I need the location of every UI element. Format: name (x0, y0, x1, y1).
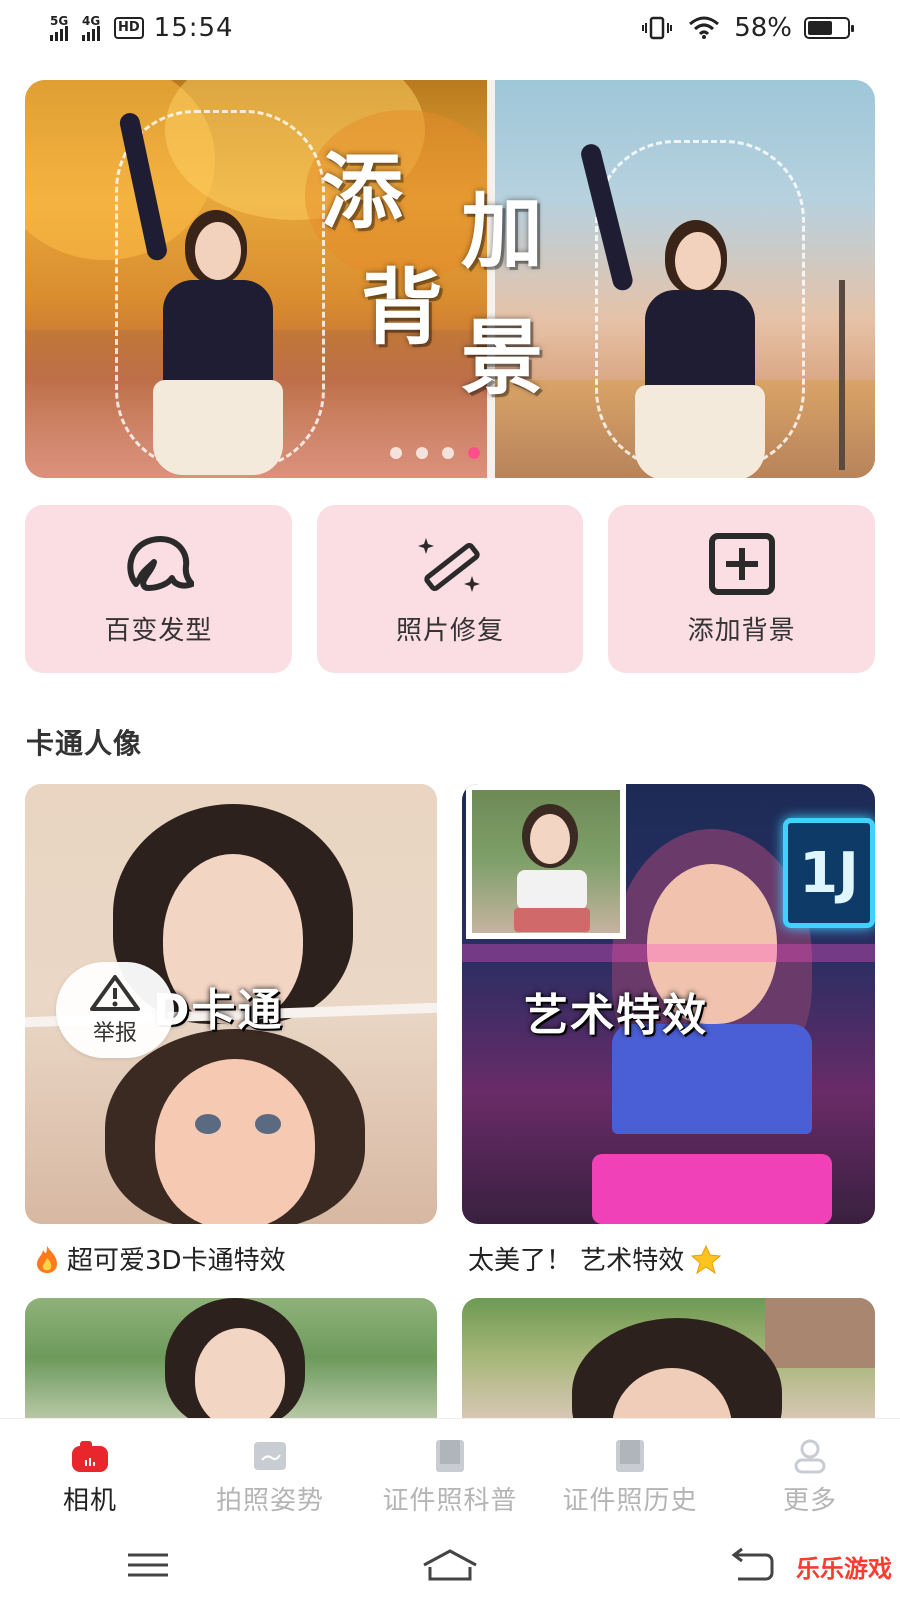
banner-carousel[interactable]: 添 加 背 景 (25, 80, 875, 478)
action-hairstyle-label: 百变发型 (104, 615, 213, 646)
neon-sign: 1J (783, 818, 875, 928)
card2-caption[interactable]: 太美了！ 艺术特效 (468, 1240, 722, 1277)
fire-icon (37, 1245, 57, 1273)
battery-icon (804, 17, 854, 39)
action-photo-repair-label: 照片修复 (396, 615, 505, 646)
card2-inset-photo (466, 784, 626, 939)
banner-pager (390, 447, 480, 459)
user-icon (794, 1439, 826, 1474)
back-icon[interactable] (728, 1547, 776, 1583)
action-add-background-label: 添加背景 (687, 615, 796, 646)
banner-title-char-1: 添 (321, 145, 404, 240)
pager-dot[interactable] (442, 447, 454, 459)
hair-icon (127, 535, 195, 591)
banner-model-left (115, 110, 335, 475)
status-right: 58% (642, 13, 854, 43)
image-icon (254, 1442, 286, 1470)
status-bar: 5G 4G HD 15:54 58% (0, 0, 900, 56)
network-type-5g: 5G (50, 13, 69, 28)
report-button[interactable]: 举报 (56, 962, 174, 1058)
warning-icon (90, 975, 140, 1011)
status-time: 15:54 (153, 13, 234, 43)
cartoon-card-3[interactable] (25, 1298, 437, 1418)
book-icon (616, 1440, 644, 1472)
nav-poses-label: 拍照姿势 (215, 1486, 324, 1516)
cartoon-card-4[interactable] (462, 1298, 875, 1418)
card1-caption[interactable]: 超可爱3D卡通特效 (33, 1240, 286, 1277)
banner-title-char-4: 景 (461, 311, 544, 406)
watermark-logo: 乐乐游戏 (796, 1555, 892, 1583)
nav-camera[interactable]: 相机 (0, 1419, 180, 1530)
art-effect-card[interactable]: 1J 艺术特效 (462, 784, 875, 1224)
wifi-icon (689, 16, 720, 39)
action-add-background-button[interactable]: 添加背景 (608, 505, 876, 673)
card2-caption-text: 太美了！ 艺术特效 (468, 1246, 685, 1276)
camera-icon (72, 1441, 108, 1472)
action-photo-repair-button[interactable]: 照片修复 (316, 505, 584, 673)
hd-voice-icon: HD (114, 17, 144, 39)
home-icon[interactable] (420, 1547, 480, 1583)
star-icon (691, 1244, 722, 1274)
nav-id-photo-guide-label: 证件照科普 (382, 1486, 518, 1516)
status-left: 5G 4G HD 15:54 (50, 13, 234, 43)
nav-more-label: 更多 (782, 1486, 837, 1516)
signal-4g-icon: 4G (82, 13, 101, 41)
nav-more[interactable]: 更多 (720, 1419, 900, 1530)
battery-percent: 58% (734, 13, 792, 43)
banner-title-char-3: 背 (361, 261, 444, 356)
pager-dot-active[interactable] (468, 447, 480, 459)
pager-dot[interactable] (390, 447, 402, 459)
banner-model-right (579, 140, 805, 478)
nav-id-photo-history[interactable]: 证件照历史 (540, 1419, 720, 1530)
menu-icon[interactable] (124, 1547, 172, 1583)
vibrate-icon (642, 16, 673, 40)
banner-title-char-2: 加 (461, 185, 544, 280)
signal-5g-icon: 5G (50, 13, 69, 41)
magic-wand-icon (418, 537, 480, 592)
section-title: 卡通人像 (26, 727, 143, 760)
nav-id-photo-history-label: 证件照历史 (562, 1486, 698, 1516)
network-type-4g: 4G (82, 13, 101, 28)
quick-actions: 百变发型 照片修复 添加背景 (25, 505, 876, 673)
nav-camera-label: 相机 (62, 1486, 117, 1516)
nav-id-photo-guide[interactable]: 证件照科普 (360, 1419, 540, 1530)
nav-poses[interactable]: 拍照姿势 (180, 1419, 360, 1530)
pager-dot[interactable] (416, 447, 428, 459)
book-icon (436, 1440, 464, 1472)
report-label: 举报 (92, 1021, 137, 1046)
action-hairstyle-button[interactable]: 百变发型 (25, 505, 292, 673)
bottom-nav: 相机 拍照姿势 证件照科普 证件照历史 更多 (0, 1418, 900, 1530)
card1-caption-text: 超可爱3D卡通特效 (67, 1246, 286, 1276)
system-nav-bar (0, 1530, 900, 1600)
card2-overlay-text: 艺术特效 (524, 990, 708, 1041)
add-box-icon (708, 532, 775, 595)
